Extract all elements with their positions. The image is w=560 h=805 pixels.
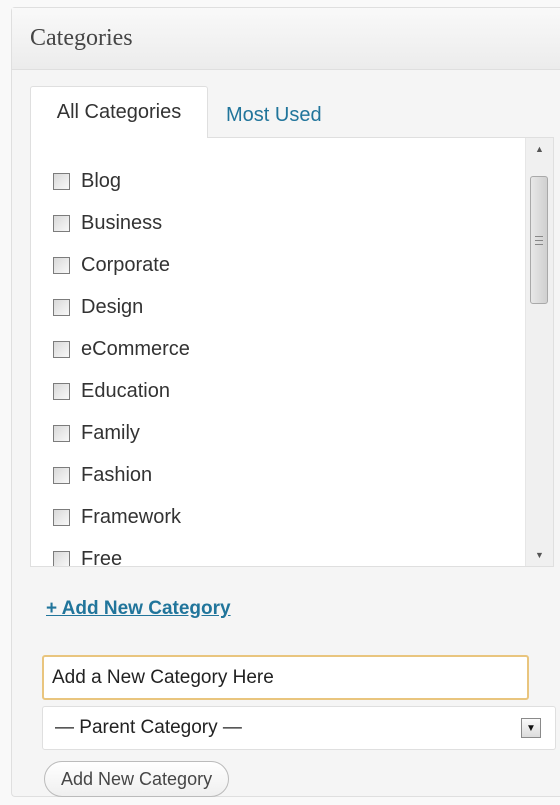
- scroll-thumb[interactable]: [530, 176, 548, 304]
- tab-all-categories[interactable]: All Categories: [30, 86, 208, 138]
- new-category-input[interactable]: [42, 655, 529, 700]
- category-checkbox[interactable]: [53, 508, 70, 526]
- category-label: Free: [81, 547, 123, 567]
- category-label: Design: [81, 295, 144, 318]
- panel-header: Categories: [12, 8, 560, 70]
- category-item[interactable]: Free: [31, 538, 501, 567]
- category-list: Blog Business Corporate Design eCommerce Educ…: [31, 160, 501, 567]
- category-checklist[interactable]: Blog Business Corporate Design eCommerce Educ…: [30, 137, 554, 567]
- category-item[interactable]: Corporate: [31, 244, 501, 286]
- category-checkbox[interactable]: [53, 256, 70, 274]
- category-item[interactable]: Framework: [31, 496, 501, 538]
- category-item[interactable]: Design: [31, 286, 501, 328]
- scrollbar[interactable]: ▲ ▼: [525, 138, 553, 566]
- category-label: Family: [81, 421, 140, 444]
- scroll-up-icon[interactable]: ▲: [526, 138, 553, 160]
- add-new-category-button[interactable]: Add New Category: [44, 761, 230, 797]
- panel-title: Categories: [30, 25, 133, 51]
- parent-category-select[interactable]: — Parent Category — ▼: [42, 706, 556, 750]
- category-item[interactable]: Fashion: [31, 454, 501, 496]
- category-label: Blog: [81, 169, 122, 192]
- category-checkbox[interactable]: [53, 340, 70, 358]
- category-item[interactable]: Blog: [31, 160, 501, 202]
- scroll-down-icon[interactable]: ▼: [526, 544, 553, 566]
- add-new-category-link[interactable]: + Add New Category: [46, 598, 231, 620]
- category-label: Business: [81, 211, 163, 234]
- category-tabs: All Categories Most Used: [30, 82, 560, 138]
- categories-panel: Categories All Categories Most Used Blog…: [11, 7, 560, 797]
- chevron-down-icon[interactable]: ▼: [521, 718, 541, 738]
- category-label: Fashion: [81, 463, 153, 486]
- category-item[interactable]: Family: [31, 412, 501, 454]
- category-checkbox[interactable]: [53, 298, 70, 316]
- parent-category-value: — Parent Category —: [55, 717, 242, 738]
- tab-most-used[interactable]: Most Used: [226, 92, 322, 138]
- category-label: Education: [81, 379, 170, 402]
- category-item[interactable]: eCommerce: [31, 328, 501, 370]
- category-label: Framework: [81, 505, 182, 528]
- category-checkbox[interactable]: [53, 466, 70, 484]
- category-checkbox[interactable]: [53, 550, 70, 566]
- category-checkbox[interactable]: [53, 382, 70, 400]
- category-checkbox[interactable]: [53, 172, 70, 190]
- category-checkbox[interactable]: [53, 424, 70, 442]
- category-label: eCommerce: [81, 337, 190, 360]
- grip-icon: [535, 235, 543, 245]
- category-label: Corporate: [81, 253, 170, 276]
- category-item[interactable]: Business: [31, 202, 501, 244]
- category-checkbox[interactable]: [53, 214, 70, 232]
- category-item[interactable]: Education: [31, 370, 501, 412]
